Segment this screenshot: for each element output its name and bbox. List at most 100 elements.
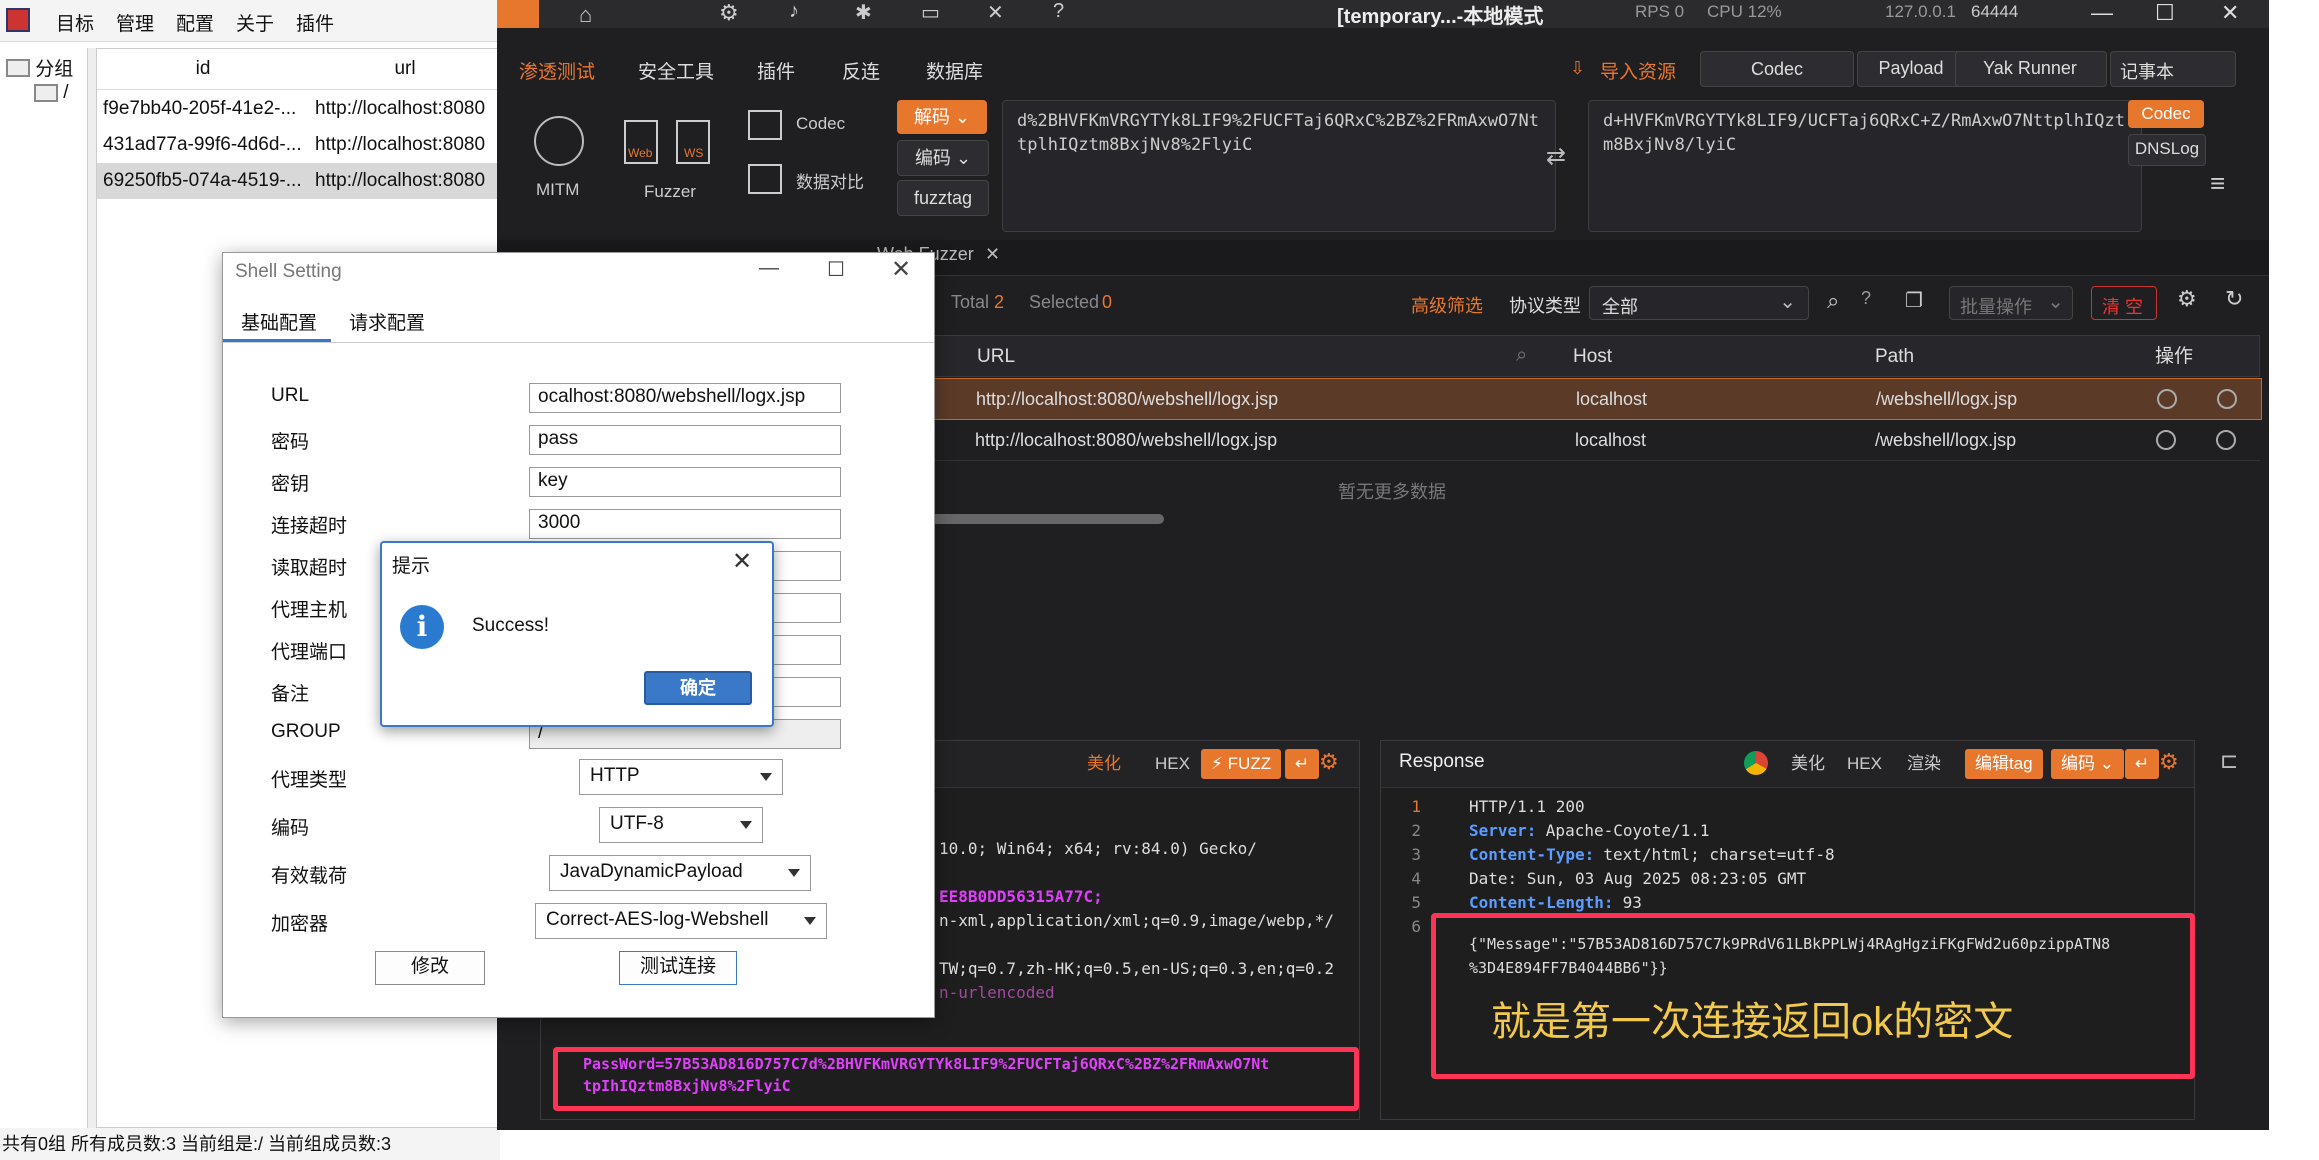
minimize-icon[interactable]: —: [2091, 0, 2113, 26]
tools-icon[interactable]: ✕: [987, 0, 1004, 25]
test-connection-button[interactable]: 测试连接: [619, 951, 737, 985]
codec-button[interactable]: Codec: [1700, 51, 1854, 87]
maximize-icon[interactable]: ☐: [2155, 0, 2175, 26]
shield-icon[interactable]: [2157, 389, 2177, 409]
column-header-url[interactable]: URL: [977, 336, 1015, 378]
gear-icon[interactable]: ⚙: [1319, 749, 1339, 775]
horizontal-scrollbar[interactable]: [930, 514, 1164, 524]
column-header-id[interactable]: id: [97, 49, 310, 90]
close-icon[interactable]: ✕: [985, 244, 1000, 264]
left-splitter[interactable]: [88, 48, 96, 1128]
gear-icon[interactable]: ⚙: [2177, 286, 2197, 312]
search-icon[interactable]: ⌕: [1827, 288, 1839, 314]
menu-manage[interactable]: 管理: [116, 9, 154, 36]
protocol-select[interactable]: 全部 ⌄: [1589, 286, 1809, 320]
column-header-path[interactable]: Path: [1875, 336, 1914, 378]
nav-security-tools[interactable]: 安全工具: [638, 57, 714, 84]
ok-button[interactable]: 确定: [644, 671, 752, 705]
decode-dropdown[interactable]: 解码 ⌄: [897, 100, 987, 134]
column-header-host[interactable]: Host: [1573, 336, 1612, 378]
newline-icon[interactable]: ↵: [1285, 749, 1320, 779]
codec-input[interactable]: d%2BHVFKmVRGYTYk8LIF9%2FUCFTaj6QRxC%2BZ%…: [1002, 100, 1556, 232]
encode-dropdown[interactable]: 编码 ⌄: [897, 140, 989, 176]
dnslog-button[interactable]: DNSLog: [2128, 134, 2206, 166]
nav-database[interactable]: 数据库: [926, 57, 983, 84]
menu-plugins[interactable]: 插件: [296, 9, 334, 36]
codec-side-button[interactable]: Codec: [2128, 100, 2204, 128]
list-collapse-icon[interactable]: ≡: [2210, 168, 2225, 199]
newline-icon[interactable]: ↵: [2125, 749, 2160, 779]
encoding-select[interactable]: UTF-8: [599, 807, 763, 843]
encode-dropdown[interactable]: 编码 ⌄: [2051, 749, 2124, 779]
home-icon[interactable]: ⌂: [579, 2, 592, 28]
gear-icon[interactable]: ⚙: [719, 0, 739, 26]
render-button[interactable]: 渲染: [1897, 749, 1951, 779]
menu-about[interactable]: 关于: [236, 9, 274, 36]
nav-pentest[interactable]: 渗透测试: [519, 57, 595, 84]
fuzz-button[interactable]: ⚡ FUZZ: [1201, 749, 1282, 779]
edit-tag-button[interactable]: 编辑tag: [1965, 749, 2043, 779]
help-icon[interactable]: ?: [1861, 288, 1871, 309]
terminal-icon[interactable]: ▭: [921, 0, 940, 25]
refresh-icon[interactable]: ↻: [2225, 286, 2243, 312]
table-row[interactable]: f9e7bb40-205f-41e2-... http://localhost:…: [97, 91, 501, 127]
hex-button[interactable]: HEX: [1145, 749, 1200, 779]
minimize-icon[interactable]: —: [759, 257, 779, 280]
password-field[interactable]: pass: [529, 425, 841, 455]
close-icon[interactable]: ✕: [732, 547, 752, 576]
shield-icon[interactable]: [2156, 430, 2176, 450]
tab-request-config[interactable]: 请求配置: [349, 308, 425, 335]
tree-child[interactable]: /: [34, 82, 88, 108]
search-icon[interactable]: ⌕: [1516, 344, 1527, 367]
import-icon[interactable]: ⇩: [1570, 58, 1585, 79]
maximize-icon[interactable]: ☐: [827, 257, 845, 282]
close-icon[interactable]: ✕: [2221, 0, 2239, 26]
compare-tool[interactable]: 数据对比: [746, 162, 876, 198]
bell-icon[interactable]: ♪: [789, 0, 799, 23]
conn-timeout-field[interactable]: 3000: [529, 509, 841, 539]
payload-select[interactable]: JavaDynamicPayload: [549, 855, 811, 891]
beautify-button[interactable]: 美化: [1781, 749, 1835, 779]
tree-root[interactable]: 分组: [6, 54, 86, 80]
key-field[interactable]: key: [529, 467, 841, 497]
hex-button[interactable]: HEX: [1837, 749, 1892, 779]
column-header-url[interactable]: url: [309, 49, 501, 90]
beautify-button[interactable]: 美化: [1077, 749, 1131, 779]
table-row-selected[interactable]: 69250fb5-074a-4519-... http://localhost:…: [97, 163, 501, 199]
mitm-tool[interactable]: MITM: [524, 110, 594, 200]
yakit-topbar: ⌂ ⚙ ♪ ✱ ▭ ✕ ? [temporary...-本地模式 RPS 0 C…: [497, 0, 2269, 28]
nav-plugins[interactable]: 插件: [757, 57, 795, 84]
advanced-filter[interactable]: 高级筛选: [1411, 292, 1483, 318]
collapse-panel-icon[interactable]: ⊏: [2220, 748, 2238, 774]
copy-icon[interactable]: ❐: [1905, 288, 1923, 313]
menu-target[interactable]: 目标: [56, 9, 94, 36]
url-field[interactable]: ocalhost:8080/webshell/logx.jsp: [529, 383, 841, 413]
column-header-actions[interactable]: 操作: [2155, 336, 2193, 378]
codec-tool[interactable]: Codec: [746, 108, 876, 144]
help-icon[interactable]: ?: [1053, 0, 1064, 23]
bug-icon[interactable]: ✱: [855, 0, 872, 25]
modify-button[interactable]: 修改: [375, 951, 485, 985]
table-row[interactable]: http://localhost:8080/webshell/logx.jsp …: [930, 420, 2260, 461]
crypto-select[interactable]: Correct-AES-log-Webshell: [535, 903, 827, 939]
codec-output[interactable]: d+HVFKmVRGYTYk8LIF9/UCFTaj6QRxC+Z/RmAxwO…: [1588, 100, 2142, 232]
table-row[interactable]: 431ad77a-99f6-4d6d-... http://localhost:…: [97, 127, 501, 163]
import-resource-button[interactable]: 导入资源: [1600, 57, 1676, 84]
menu-config[interactable]: 配置: [176, 9, 214, 36]
proxy-type-select[interactable]: HTTP: [579, 759, 783, 795]
batch-operation[interactable]: 批量操作 ⌄: [1949, 286, 2073, 320]
fuzztag-button[interactable]: fuzztag: [897, 180, 989, 216]
clear-button[interactable]: 清 空: [2091, 286, 2157, 320]
swap-icon[interactable]: ⇄: [1546, 142, 1566, 171]
close-icon[interactable]: ✕: [891, 255, 911, 284]
nav-reverse[interactable]: 反连: [842, 57, 880, 84]
dropdown-arrow-icon: [740, 821, 752, 829]
warning-icon[interactable]: [497, 0, 539, 28]
chrome-icon[interactable]: [1744, 751, 1768, 775]
arrow-right-icon[interactable]: [2216, 430, 2236, 450]
gear-icon[interactable]: ⚙: [2159, 749, 2179, 775]
arrow-right-icon[interactable]: [2217, 389, 2237, 409]
table-row-selected[interactable]: http://localhost:8080/webshell/logx.jsp …: [930, 378, 2262, 420]
fuzzer-tool[interactable]: Web WS Fuzzer: [620, 116, 720, 206]
tab-basic-config[interactable]: 基础配置: [241, 308, 317, 335]
